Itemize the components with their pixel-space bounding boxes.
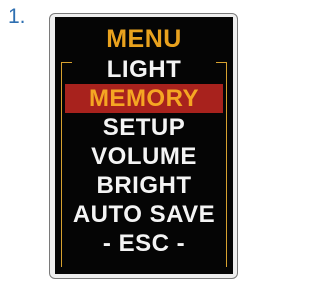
menu-list: LIGHT MEMORY SETUP VOLUME BRIGHT AUTO SA… [65,55,223,258]
menu-item-esc[interactable]: - ESC - [65,229,223,258]
device-screen: MENU LIGHT MEMORY SETUP VOLUME BRIGHT AU… [55,17,233,274]
menu-item-memory[interactable]: MEMORY [65,84,223,113]
menu-item-setup[interactable]: SETUP [65,113,223,142]
instruction-step: 1. MENU LIGHT MEMORY SETUP VOLUME BRIGHT… [0,0,245,282]
menu-item-auto-save[interactable]: AUTO SAVE [65,200,223,229]
step-number: 1. [8,5,26,28]
menu-title: MENU [106,25,182,53]
menu-item-volume[interactable]: VOLUME [65,142,223,171]
menu-item-light[interactable]: LIGHT [65,55,223,84]
menu-item-bright[interactable]: BRIGHT [65,171,223,200]
